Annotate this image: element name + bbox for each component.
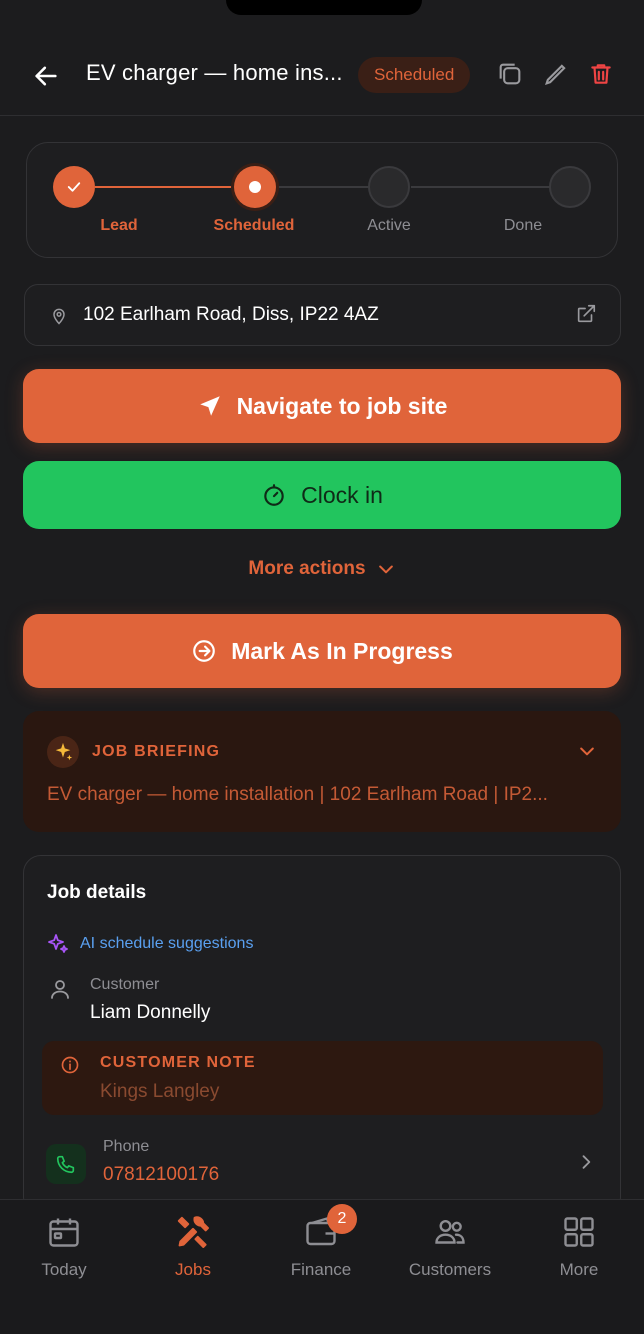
step-active-dot[interactable] <box>368 166 410 208</box>
ai-link-label: AI schedule suggestions <box>80 935 254 952</box>
calendar-icon <box>44 1212 84 1252</box>
more-actions-toggle[interactable]: More actions <box>0 558 644 580</box>
back-button[interactable] <box>28 58 64 94</box>
delete-button[interactable] <box>585 58 617 90</box>
tab-bar: Today Jobs 2 Finance Customers More <box>0 1199 644 1334</box>
tab-today[interactable]: Today <box>4 1212 124 1282</box>
timer-icon <box>264 484 284 506</box>
tab-customers[interactable]: Customers <box>390 1212 510 1282</box>
step-label-done: Done <box>503 217 543 234</box>
arrow-left-icon <box>35 66 57 86</box>
arrow-circle-right-icon <box>193 640 216 662</box>
navigation-arrow-icon <box>199 396 220 416</box>
chevron-down-icon <box>378 565 393 574</box>
tab-label-today: Today <box>41 1260 87 1279</box>
page-title: EV charger — home ins... <box>86 60 343 85</box>
phone-icon <box>46 1144 86 1184</box>
tab-more[interactable]: More <box>519 1212 639 1282</box>
finance-badge: 2 <box>327 1204 357 1234</box>
device-notch <box>226 0 422 15</box>
chevron-down-icon <box>580 747 594 756</box>
duplicate-button[interactable] <box>494 58 526 90</box>
details-title: Job details <box>47 882 147 903</box>
clock-in-button[interactable]: Clock in <box>23 461 621 529</box>
sparkle-icon <box>47 736 79 768</box>
phone-number-link[interactable]: 07812100176 <box>103 1164 219 1186</box>
customer-note: CUSTOMER NOTE Kings Langley <box>42 1041 603 1115</box>
chevron-right-icon <box>582 1155 591 1169</box>
grid-icon <box>559 1212 599 1252</box>
step-label-lead: Lead <box>100 217 138 234</box>
note-text: Kings Langley <box>100 1081 220 1102</box>
step-label-scheduled: Scheduled <box>213 217 295 234</box>
navigate-label: Navigate to job site <box>236 392 448 419</box>
step-scheduled-dot[interactable] <box>234 166 276 208</box>
pencil-icon <box>545 64 566 85</box>
note-title: CUSTOMER NOTE <box>100 1054 256 1071</box>
address-text: 102 Earlham Road, Diss, IP22 4AZ <box>83 304 379 325</box>
customer-name[interactable]: Liam Donnelly <box>90 1002 210 1024</box>
tab-label-finance: Finance <box>290 1260 352 1279</box>
trash-icon <box>591 64 611 84</box>
header: EV charger — home ins... Scheduled <box>0 30 644 116</box>
mark-in-progress-button[interactable]: Mark As In Progress <box>23 614 621 688</box>
user-icon <box>51 980 69 999</box>
step-done-dot[interactable] <box>549 166 591 208</box>
tab-finance[interactable]: 2 Finance <box>261 1204 381 1282</box>
wallet-icon: 2 <box>301 1204 357 1252</box>
mark-in-progress-label: Mark As In Progress <box>231 637 453 664</box>
briefing-title: JOB BRIEFING <box>92 743 221 760</box>
address-card[interactable]: 102 Earlham Road, Diss, IP22 4AZ <box>24 284 621 346</box>
phone-label: Phone <box>103 1138 150 1155</box>
copy-icon <box>499 63 521 85</box>
check-icon <box>67 182 81 192</box>
info-icon <box>61 1056 79 1074</box>
job-details-card: Job details AI schedule suggestions Cust… <box>23 855 621 1215</box>
current-step-marker <box>249 181 261 193</box>
navigate-button[interactable]: Navigate to job site <box>23 369 621 443</box>
status-badge: Scheduled <box>358 57 471 93</box>
clock-in-label: Clock in <box>301 481 383 508</box>
tab-jobs[interactable]: Jobs <box>133 1212 253 1282</box>
users-icon <box>430 1212 470 1252</box>
customer-label: Customer <box>90 976 160 993</box>
tools-icon <box>173 1212 213 1252</box>
tab-label-more: More <box>559 1260 599 1279</box>
step-lead-dot[interactable] <box>53 166 95 208</box>
map-pin-icon <box>53 308 65 325</box>
edit-button[interactable] <box>540 58 572 90</box>
briefing-text: EV charger — home installation | 102 Ear… <box>47 784 548 805</box>
job-briefing-card[interactable]: JOB BRIEFING EV charger — home installat… <box>23 711 621 832</box>
sparkles-icon <box>48 934 68 953</box>
external-link-icon <box>577 304 596 323</box>
tab-label-customers: Customers <box>408 1260 492 1279</box>
status-stepper: Lead Scheduled Active Done <box>26 142 618 258</box>
step-label-active: Active <box>367 217 411 234</box>
more-actions-label: More actions <box>248 558 366 579</box>
tab-label-jobs: Jobs <box>175 1260 211 1279</box>
ai-schedule-suggestions-link[interactable]: AI schedule suggestions <box>46 932 253 956</box>
